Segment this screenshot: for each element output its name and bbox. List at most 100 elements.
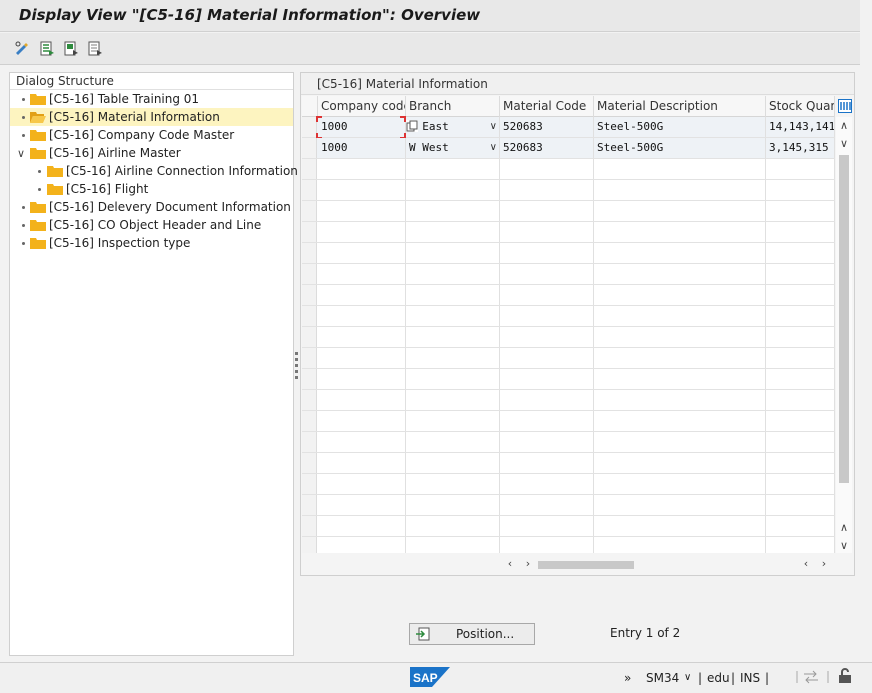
company-code-cell[interactable]: 1000 <box>318 138 406 158</box>
empty-cell[interactable] <box>500 159 594 179</box>
empty-cell[interactable] <box>766 516 835 536</box>
chevron-down-icon[interactable]: ∨ <box>684 672 691 683</box>
empty-cell[interactable] <box>318 264 406 284</box>
scroll-far-left-icon[interactable]: ‹ <box>798 557 814 570</box>
row-selector[interactable] <box>302 180 317 200</box>
row-selector[interactable] <box>302 516 317 536</box>
empty-cell[interactable] <box>594 516 766 536</box>
transfer-icon[interactable] <box>803 670 819 684</box>
material-code-cell[interactable]: 520683 <box>500 138 594 158</box>
column-header-branch[interactable]: Branch <box>406 96 500 117</box>
empty-cell[interactable] <box>318 390 406 410</box>
empty-table-row[interactable] <box>302 159 835 180</box>
empty-cell[interactable] <box>594 495 766 515</box>
empty-cell[interactable] <box>406 201 500 221</box>
empty-cell[interactable] <box>766 264 835 284</box>
empty-cell[interactable] <box>406 159 500 179</box>
empty-table-row[interactable] <box>302 432 835 453</box>
scroll-far-right-icon[interactable]: › <box>816 557 832 570</box>
empty-cell[interactable] <box>500 285 594 305</box>
empty-cell[interactable] <box>594 306 766 326</box>
empty-cell[interactable] <box>318 369 406 389</box>
empty-cell[interactable] <box>766 159 835 179</box>
stock-quantity-cell[interactable]: 3,145,315 <box>766 138 835 158</box>
tree-item-table-training[interactable]: [C5-16] Table Training 01 <box>10 90 293 108</box>
empty-cell[interactable] <box>594 243 766 263</box>
empty-cell[interactable] <box>766 327 835 347</box>
empty-cell[interactable] <box>594 432 766 452</box>
empty-cell[interactable] <box>500 369 594 389</box>
tree-item-co-object[interactable]: [C5-16] CO Object Header and Line <box>10 216 293 234</box>
empty-cell[interactable] <box>594 180 766 200</box>
empty-cell[interactable] <box>594 201 766 221</box>
tree-item-airline-connection[interactable]: [C5-16] Airline Connection Information <box>10 162 298 180</box>
row-selector[interactable] <box>302 327 317 347</box>
status-nav-icon[interactable]: » <box>624 671 631 685</box>
empty-cell[interactable] <box>594 411 766 431</box>
empty-cell[interactable] <box>318 432 406 452</box>
material-description-cell[interactable]: Steel-500G <box>594 117 766 137</box>
row-selector[interactable] <box>302 537 317 553</box>
empty-table-row[interactable] <box>302 537 835 553</box>
empty-cell[interactable] <box>594 369 766 389</box>
row-selector[interactable] <box>302 495 317 515</box>
empty-table-row[interactable] <box>302 306 835 327</box>
empty-cell[interactable] <box>766 222 835 242</box>
empty-cell[interactable] <box>406 348 500 368</box>
empty-table-row[interactable] <box>302 516 835 537</box>
empty-cell[interactable] <box>766 201 835 221</box>
empty-cell[interactable] <box>766 495 835 515</box>
input-mode[interactable]: INS <box>740 671 760 685</box>
empty-table-row[interactable] <box>302 201 835 222</box>
row-selector[interactable] <box>302 432 317 452</box>
empty-cell[interactable] <box>766 432 835 452</box>
empty-cell[interactable] <box>594 285 766 305</box>
empty-cell[interactable] <box>318 285 406 305</box>
transaction-code[interactable]: SM34 <box>646 671 679 685</box>
empty-cell[interactable] <box>406 537 500 553</box>
empty-cell[interactable] <box>406 453 500 473</box>
column-header-stock-quantity[interactable]: Stock Quant <box>766 96 835 117</box>
empty-cell[interactable] <box>318 411 406 431</box>
column-settings-icon[interactable] <box>838 99 852 113</box>
scroll-down-icon[interactable]: ∨ <box>836 137 852 150</box>
row-selector[interactable] <box>302 390 317 410</box>
empty-cell[interactable] <box>500 243 594 263</box>
scroll-right-icon[interactable]: › <box>520 557 536 570</box>
empty-cell[interactable] <box>406 474 500 494</box>
row-selector[interactable] <box>302 285 317 305</box>
empty-cell[interactable] <box>500 306 594 326</box>
material-description-cell[interactable]: Steel-500G <box>594 138 766 158</box>
lock-icon[interactable] <box>838 668 852 684</box>
empty-cell[interactable] <box>500 264 594 284</box>
empty-cell[interactable] <box>318 348 406 368</box>
empty-cell[interactable] <box>594 327 766 347</box>
splitter-handle[interactable] <box>295 352 298 382</box>
tree-item-delivery-document[interactable]: [C5-16] Delevery Document Information <box>10 198 293 216</box>
tree-item-material-information[interactable]: [C5-16] Material Information <box>10 108 293 126</box>
empty-cell[interactable] <box>594 159 766 179</box>
horizontal-scrollbar[interactable]: ‹ › ‹ › <box>302 555 853 573</box>
column-header-material-description[interactable]: Material Description <box>594 96 766 117</box>
empty-cell[interactable] <box>766 180 835 200</box>
empty-cell[interactable] <box>500 411 594 431</box>
vertical-scrollbar[interactable]: ∧ ∨ ∧ ∨ <box>836 117 852 553</box>
empty-cell[interactable] <box>766 453 835 473</box>
row-selector[interactable] <box>302 243 317 263</box>
empty-cell[interactable] <box>406 285 500 305</box>
empty-cell[interactable] <box>500 453 594 473</box>
empty-cell[interactable] <box>406 432 500 452</box>
table-row[interactable]: 1000 W West ∨ 520683 Steel-500G 3,145,31… <box>302 138 835 159</box>
empty-cell[interactable] <box>406 222 500 242</box>
empty-cell[interactable] <box>766 537 835 553</box>
select-block-icon[interactable] <box>63 40 79 56</box>
empty-table-row[interactable] <box>302 474 835 495</box>
empty-cell[interactable] <box>766 390 835 410</box>
empty-cell[interactable] <box>318 516 406 536</box>
row-selector[interactable] <box>302 348 317 368</box>
empty-table-row[interactable] <box>302 327 835 348</box>
scroll-page-down-icon[interactable]: ∨ <box>836 539 852 552</box>
empty-table-row[interactable] <box>302 348 835 369</box>
scroll-left-icon[interactable]: ‹ <box>502 557 518 570</box>
company-code-cell[interactable]: 1000 <box>318 117 406 137</box>
